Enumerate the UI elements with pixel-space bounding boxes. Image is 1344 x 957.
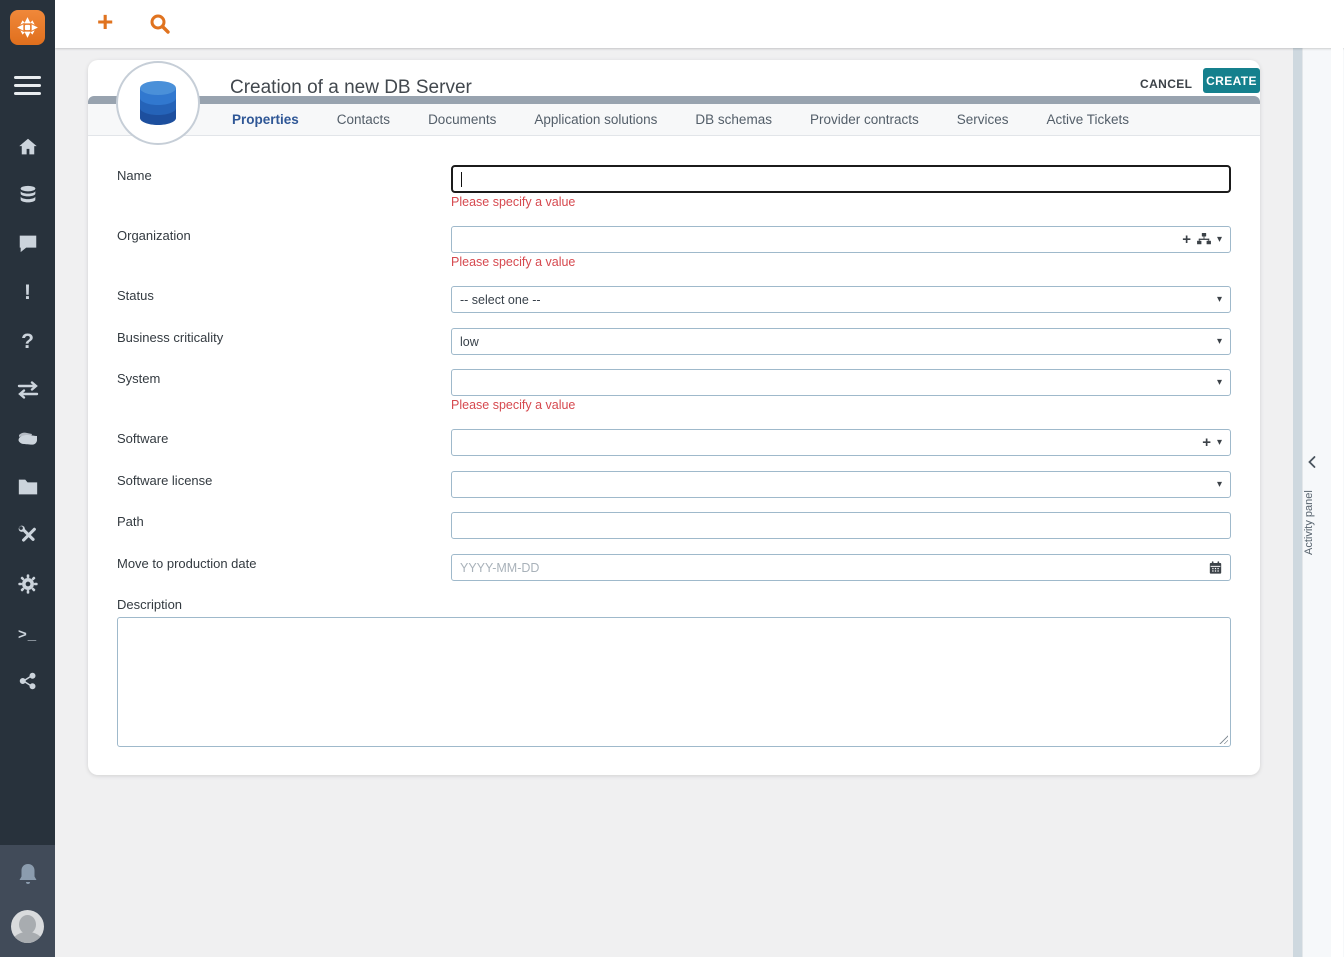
org-add-button[interactable]: + — [1182, 232, 1191, 247]
sidebar-item-home[interactable] — [0, 134, 55, 160]
window-scrollbar[interactable] — [1331, 4, 1343, 957]
exclamation-icon: ! — [24, 282, 31, 303]
app-logo[interactable] — [10, 10, 45, 45]
business-criticality-select[interactable]: low ▾ — [451, 328, 1231, 355]
name-input[interactable] — [451, 165, 1231, 193]
field-label-move-to-production-date: Move to production date — [117, 556, 256, 571]
field-label-organization: Organization — [117, 228, 191, 243]
resize-handle[interactable] — [1218, 734, 1228, 744]
organization-error: Please specify a value — [451, 255, 575, 269]
tab-active-tickets[interactable]: Active Tickets — [1047, 112, 1130, 127]
logo-starburst-icon — [15, 15, 40, 40]
field-label-business-criticality: Business criticality — [117, 330, 223, 345]
sidebar-item-configuration[interactable] — [0, 571, 55, 597]
sidebar-item-helpdesk[interactable] — [0, 230, 55, 256]
menu-icon[interactable] — [14, 76, 41, 95]
field-label-description: Description — [117, 597, 182, 612]
tab-application-solutions[interactable]: Application solutions — [534, 112, 657, 127]
tab-services[interactable]: Services — [957, 112, 1009, 127]
business-criticality-value: low — [460, 335, 479, 349]
db-server-icon — [136, 78, 180, 128]
path-input[interactable] — [451, 512, 1231, 539]
calendar-icon[interactable] — [1209, 561, 1222, 574]
search-icon — [149, 13, 171, 35]
sidebar-item-service-management[interactable] — [0, 426, 55, 452]
global-search-button[interactable] — [149, 13, 171, 40]
content-scrollbar[interactable] — [1293, 48, 1302, 957]
field-label-name: Name — [117, 168, 152, 183]
sidebar-item-data-administration[interactable] — [0, 474, 55, 500]
sidebar-item-problem[interactable]: ? — [0, 328, 55, 354]
criticality-caret-down-icon: ▾ — [1217, 336, 1222, 347]
class-medallion — [116, 61, 200, 145]
software-add-button[interactable]: + — [1202, 435, 1211, 450]
tab-provider-contracts[interactable]: Provider contracts — [810, 112, 919, 127]
database-icon — [17, 184, 39, 206]
create-button[interactable]: CREATE — [1203, 68, 1260, 93]
field-label-software: Software — [117, 431, 168, 446]
chat-icon — [17, 232, 39, 254]
swap-arrows-icon — [16, 380, 40, 400]
org-caret-down-icon[interactable]: ▾ — [1217, 234, 1222, 245]
tab-documents[interactable]: Documents — [428, 112, 496, 127]
hand-service-icon — [16, 428, 40, 450]
tab-bar-top-rule — [88, 96, 1260, 104]
bell-icon — [16, 862, 40, 888]
status-value: -- select one -- — [460, 293, 541, 307]
tab-db-schemas[interactable]: DB schemas — [695, 112, 772, 127]
software-input[interactable]: + ▾ — [451, 429, 1231, 456]
field-label-path: Path — [117, 514, 144, 529]
avatar-shoulders — [13, 932, 42, 943]
sitemap-icon[interactable] — [1197, 233, 1211, 246]
tab-properties[interactable]: Properties — [232, 112, 299, 127]
sidebar-item-incident[interactable]: ! — [0, 279, 55, 305]
status-select[interactable]: -- select one -- ▾ — [451, 286, 1231, 313]
tab-contacts[interactable]: Contacts — [337, 112, 390, 127]
system-caret-down-icon: ▾ — [1217, 377, 1222, 388]
sidebar-item-configuration-management[interactable] — [0, 182, 55, 208]
field-label-software-license: Software license — [117, 473, 212, 488]
sidebar-item-change-management[interactable] — [0, 377, 55, 403]
activity-panel-expand-button[interactable] — [1306, 455, 1318, 474]
tab-bar: Properties Contacts Documents Applicatio… — [88, 104, 1260, 136]
notifications-button[interactable] — [0, 862, 55, 888]
license-caret-down-icon: ▾ — [1217, 479, 1222, 490]
gear-icon — [17, 573, 39, 595]
quick-create-button[interactable]: + — [97, 6, 113, 38]
tools-icon — [17, 524, 39, 546]
text-cursor — [461, 172, 462, 187]
sidebar-item-console[interactable]: >_ — [0, 621, 55, 647]
top-toolbar: + — [55, 0, 1344, 48]
sidebar-item-share[interactable] — [0, 668, 55, 694]
organization-input[interactable]: + ▾ — [451, 226, 1231, 253]
sidebar-item-admin-tools[interactable] — [0, 522, 55, 548]
object-creation-card: Creation of a new DB Server CANCEL CREAT… — [88, 60, 1260, 775]
left-sidebar: ! ? — [0, 0, 55, 957]
question-icon: ? — [21, 331, 34, 352]
date-placeholder: YYYY-MM-DD — [460, 561, 539, 575]
plus-icon: + — [97, 6, 113, 37]
field-label-system: System — [117, 371, 160, 386]
home-icon — [17, 136, 39, 158]
move-to-production-date-input[interactable]: YYYY-MM-DD — [451, 554, 1231, 581]
chevron-left-icon — [1306, 455, 1318, 469]
field-label-status: Status — [117, 288, 154, 303]
cancel-button[interactable]: CANCEL — [1140, 73, 1190, 95]
status-caret-down-icon: ▾ — [1217, 294, 1222, 305]
description-textarea[interactable] — [117, 617, 1231, 747]
system-error: Please specify a value — [451, 398, 575, 412]
user-avatar[interactable] — [11, 910, 44, 943]
system-select[interactable]: ▾ — [451, 369, 1231, 396]
software-caret-down-icon[interactable]: ▾ — [1217, 437, 1222, 448]
name-error: Please specify a value — [451, 195, 575, 209]
main-content: Creation of a new DB Server CANCEL CREAT… — [55, 48, 1295, 957]
software-license-select[interactable]: ▾ — [451, 471, 1231, 498]
folder-icon — [17, 477, 39, 497]
share-icon — [19, 672, 37, 690]
activity-panel-label[interactable]: Activity panel — [1303, 478, 1327, 568]
terminal-icon: >_ — [18, 626, 37, 643]
